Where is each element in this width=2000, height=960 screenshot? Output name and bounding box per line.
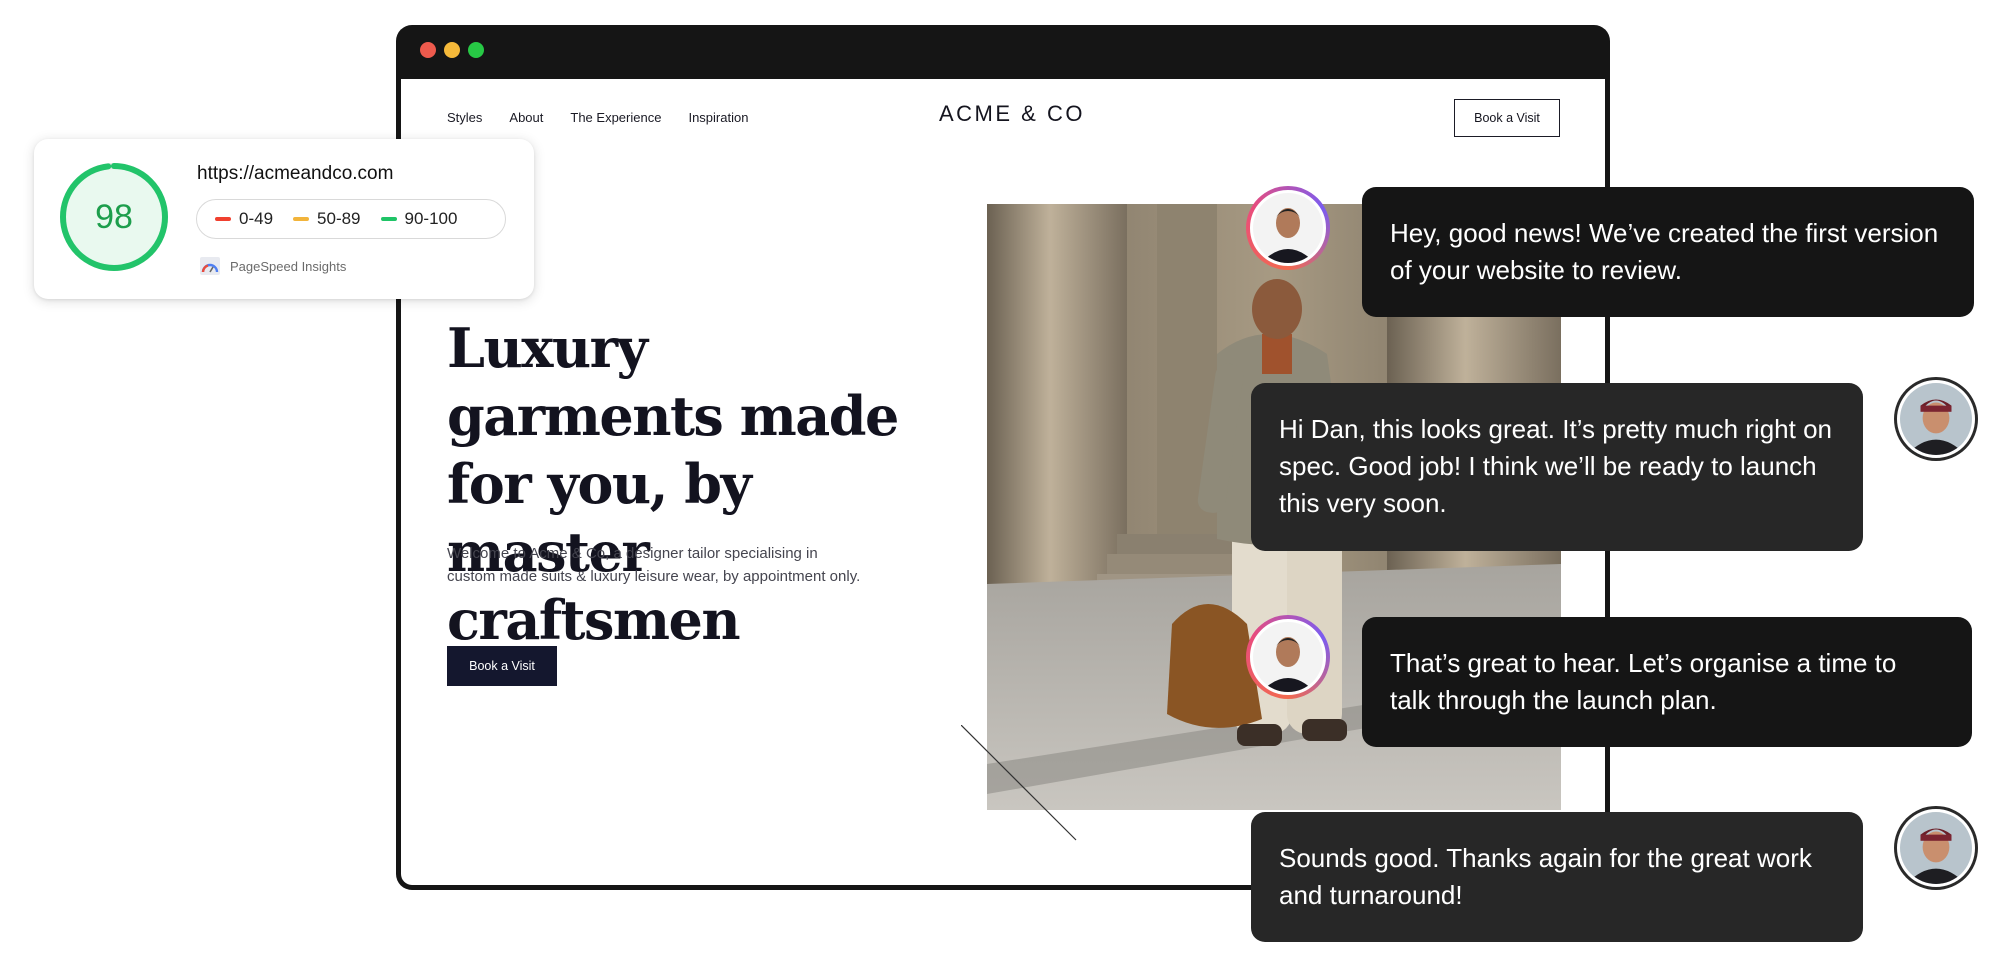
tested-url[interactable]: https://acmeandco.com <box>197 163 393 185</box>
person-portrait-icon <box>1253 193 1323 263</box>
nav-link-inspiration[interactable]: Inspiration <box>688 110 748 125</box>
minimize-window-button[interactable] <box>444 42 460 58</box>
person-portrait-icon <box>1900 812 1972 884</box>
book-visit-nav-button[interactable]: Book a Visit <box>1454 99 1560 137</box>
nav-link-experience[interactable]: The Experience <box>570 110 661 125</box>
hero-title: Luxury garments made for you, by master … <box>447 316 899 652</box>
maximize-window-button[interactable] <box>468 42 484 58</box>
chat-message-2: Hi Dan, this looks great. It’s pretty mu… <box>1251 383 1863 551</box>
pagespeed-brand: PageSpeed Insights <box>200 257 346 275</box>
legend-swatch-green <box>380 217 397 221</box>
legend-label-poor: 0-49 <box>239 209 274 228</box>
legend-item-average: 50-89 <box>293 209 361 229</box>
legend-item-good: 90-100 <box>380 209 458 229</box>
nav-link-about[interactable]: About <box>509 110 543 125</box>
agency-avatar <box>1246 615 1330 699</box>
legend-label-average: 50-89 <box>317 209 361 228</box>
client-avatar <box>1894 377 1978 461</box>
hero-description: Welcome to Acme & Co, a designer tailor … <box>447 545 861 585</box>
site-logo[interactable]: ACME & CO <box>939 101 1085 127</box>
client-avatar <box>1894 806 1978 890</box>
site-nav: Styles About The Experience Inspiration <box>447 110 748 125</box>
close-window-button[interactable] <box>420 42 436 58</box>
chat-message-1: Hey, good news! We’ve created the first … <box>1362 187 1974 317</box>
legend-item-poor: 0-49 <box>215 209 273 229</box>
person-portrait-icon <box>1253 622 1323 692</box>
pagespeed-card: 98 https://acmeandco.com 0-49 50-89 90-1… <box>34 139 534 299</box>
chat-message-4: Sounds good. Thanks again for the great … <box>1251 812 1863 942</box>
decorative-line <box>961 725 1077 841</box>
person-portrait-icon <box>1900 383 1972 455</box>
agency-avatar <box>1246 186 1330 270</box>
book-visit-hero-button[interactable]: Book a Visit <box>447 646 557 686</box>
legend-swatch-orange <box>293 217 310 221</box>
legend-label-good: 90-100 <box>404 209 458 228</box>
score-legend: 0-49 50-89 90-100 <box>196 199 506 239</box>
chat-message-3: That’s great to hear. Let’s organise a t… <box>1362 617 1972 747</box>
pagespeed-logo-icon <box>200 257 220 275</box>
nav-link-styles[interactable]: Styles <box>447 110 482 125</box>
pagespeed-brand-label: PageSpeed Insights <box>230 258 347 274</box>
performance-score: 98 <box>95 197 133 236</box>
legend-swatch-red <box>215 217 231 221</box>
